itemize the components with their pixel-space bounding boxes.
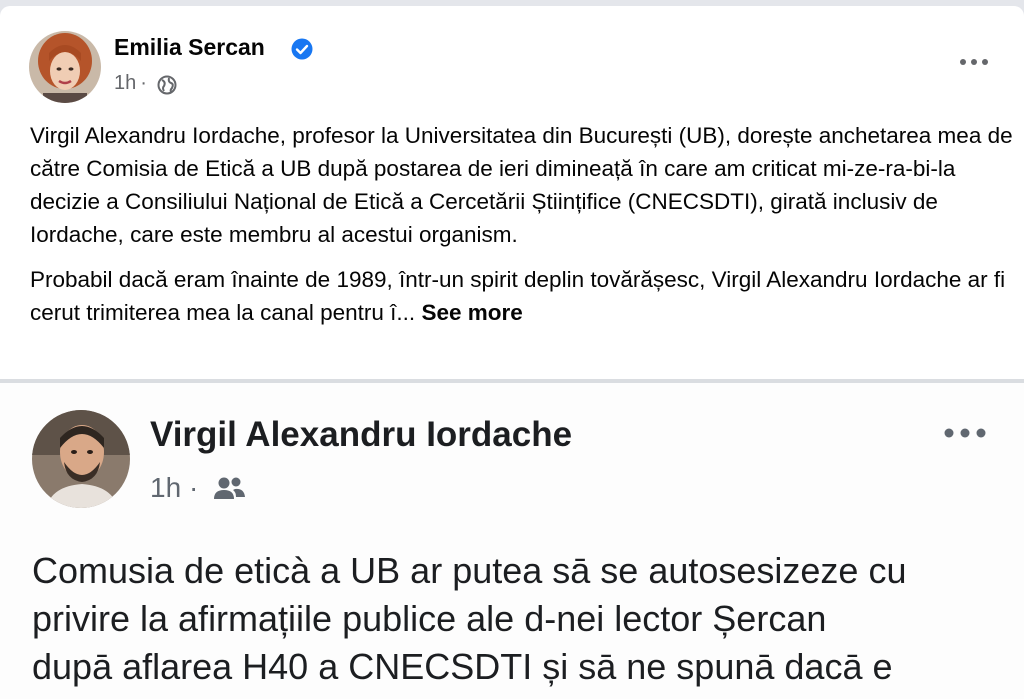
- embedded-author-name: Virgil Alexandru Iordache: [150, 415, 573, 454]
- author-avatar[interactable]: [29, 31, 101, 103]
- post-time[interactable]: 1h: [114, 72, 136, 94]
- author-name[interactable]: Emilia Sercan: [114, 34, 265, 61]
- embedded-post-body: Comusia de eticà a UB ar putea sā se aut…: [32, 547, 1017, 691]
- see-more-link[interactable]: See more: [421, 300, 522, 325]
- verified-badge-icon: [291, 38, 313, 60]
- embedded-line: Comusia de eticà a UB ar putea sā se aut…: [32, 550, 907, 591]
- post-paragraph-2: Probabil dacă eram înainte de 1989, într…: [30, 263, 1015, 329]
- embedded-screenshot: Virgil Alexandru Iordache 1h · Comusia d…: [0, 383, 1024, 699]
- embedded-line: privire la afirmațiile publice ale d-nei…: [32, 598, 827, 639]
- meta-separator: ·: [140, 72, 147, 94]
- friends-icon: [214, 477, 245, 499]
- embedded-line: dupā aflarea H40 a CNECSDTI și sā ne spu…: [32, 646, 893, 687]
- embedded-post-meta: 1h ·: [150, 472, 198, 504]
- embedded-author-avatar: [32, 410, 130, 508]
- post-paragraph-1: Virgil Alexandru Iordache, profesor la U…: [30, 123, 1013, 247]
- embedded-more-options-icon: [944, 428, 986, 438]
- post-card: Emilia Sercan 1h · Virgil Alexandru Iorda…: [0, 6, 1024, 699]
- globe-icon[interactable]: [157, 75, 177, 95]
- more-options-icon[interactable]: [958, 54, 990, 70]
- post-meta: 1h ·: [114, 72, 151, 95]
- embedded-meta-separator: ·: [188, 472, 199, 503]
- embedded-post-time: 1h: [150, 472, 182, 503]
- post-body: Virgil Alexandru Iordache, profesor la U…: [30, 119, 1015, 341]
